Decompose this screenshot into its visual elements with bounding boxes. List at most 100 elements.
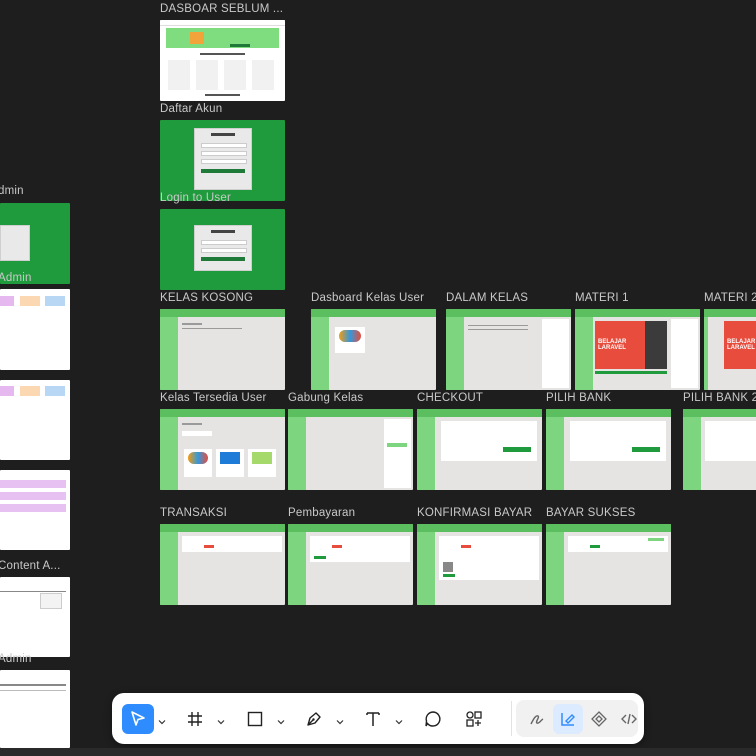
thumb-sidebar [160, 417, 178, 490]
pen-tool-button[interactable] [299, 704, 329, 734]
frame-label-admin-1[interactable]: dmin [0, 185, 24, 197]
thumb-field [201, 240, 247, 245]
thumb-login-card [194, 225, 252, 271]
thumb-feature-1 [168, 60, 190, 90]
thumb-button [201, 257, 245, 261]
frame-label-dashboard-before[interactable]: DASBOAR SEBLUM ... [160, 3, 283, 15]
thumb-sidebar [288, 532, 306, 605]
thumb-upload-button [314, 556, 326, 559]
pen-icon [307, 712, 321, 726]
text-tool-button[interactable] [358, 704, 388, 734]
thumb-class-card [248, 449, 276, 477]
frame-admin-users[interactable] [0, 380, 70, 460]
thumb-field [201, 143, 247, 148]
chevron-down-icon[interactable] [158, 713, 166, 725]
thumb-line [182, 323, 202, 325]
shape-tool-button[interactable] [240, 704, 270, 734]
draw-mode-button[interactable] [522, 704, 552, 734]
thumb-material-list [542, 319, 569, 388]
design-canvas[interactable]: DASBOAR SEBLUM ... Daftar Akun Login to … [0, 0, 756, 756]
thumb-header [683, 409, 756, 417]
frame-dashboard-class-user[interactable] [311, 309, 436, 390]
frame-confirm-payment[interactable] [417, 524, 542, 605]
frame-material-1[interactable]: BELAJAR LARAVEL [575, 309, 700, 390]
thumb-row [0, 480, 66, 488]
frame-label-login-user[interactable]: Login to User [160, 192, 231, 204]
rectangle-icon [247, 711, 263, 727]
thumb-sidebar [704, 317, 708, 390]
frame-label-confirm-payment[interactable]: KONFIRMASI BAYAR [417, 507, 532, 519]
comment-tool-button[interactable] [418, 704, 448, 734]
chevron-down-icon[interactable] [395, 713, 403, 725]
thumb-checkout-card [705, 421, 756, 461]
thumb-header [288, 524, 413, 532]
frame-admin-table[interactable] [0, 670, 70, 748]
frame-label-payment-success[interactable]: BAYAR SUKSES [546, 507, 636, 519]
frame-label-class-empty[interactable]: KELAS KOSONG [160, 292, 253, 304]
frame-label-available-class-user[interactable]: Kelas Tersedia User [160, 392, 267, 404]
frame-choose-bank-2[interactable] [683, 409, 756, 490]
frame-transaction[interactable] [160, 524, 285, 605]
frame-label-checkout[interactable]: CHECKOUT [417, 392, 483, 404]
chevron-down-icon[interactable] [336, 713, 344, 725]
frame-material-2[interactable]: BELAJAR LARAVEL [704, 309, 756, 390]
thumb-feature-2 [196, 60, 218, 90]
thumb-sidebar [575, 317, 593, 390]
thumb-orders-table [568, 536, 668, 552]
frame-label-choose-bank-2[interactable]: PILIH BANK 2 [683, 392, 756, 404]
chevron-down-icon[interactable] [277, 713, 285, 725]
bottom-toolbar [112, 693, 644, 744]
text-icon [366, 712, 380, 726]
thumb-status-badge [590, 545, 600, 548]
thumb-line [468, 329, 528, 330]
thumb-class-card [184, 449, 212, 477]
frame-label-join-class[interactable]: Gabung Kelas [288, 392, 363, 404]
frame-dashboard-before[interactable] [160, 20, 285, 101]
frame-tool-button[interactable] [180, 704, 210, 734]
frame-label-choose-bank[interactable]: PILIH BANK [546, 392, 611, 404]
design-mode-button[interactable] [553, 704, 583, 734]
frame-available-class-user[interactable] [160, 409, 285, 490]
thumb-header [575, 309, 700, 317]
frame-label-admin-2[interactable]: Admin [0, 272, 32, 284]
frame-admin-dashboard[interactable] [0, 289, 70, 370]
frame-login-user[interactable] [160, 209, 285, 290]
chevron-down-icon[interactable] [217, 713, 225, 725]
prototype-icon [591, 711, 607, 727]
frame-payment[interactable] [288, 524, 413, 605]
frame-label-in-class[interactable]: DALAM KELAS [446, 292, 528, 304]
thumb-sidebar [546, 532, 564, 605]
thumb-video: BELAJAR LARAVEL [724, 321, 756, 369]
frame-join-class[interactable] [288, 409, 413, 490]
frame-in-class[interactable] [446, 309, 571, 390]
thumb-hero-button [230, 44, 250, 47]
dev-mode-button[interactable] [614, 704, 644, 734]
frame-label-dashboard-class-user[interactable]: Dasboard Kelas User [311, 292, 424, 304]
frame-label-admin-3[interactable]: Admin [0, 653, 32, 665]
actions-tool-button[interactable] [459, 704, 489, 734]
thumb-stat-card [45, 386, 65, 396]
prototype-mode-button[interactable] [584, 704, 614, 734]
frame-label-material-2[interactable]: MATERI 2 [704, 292, 756, 304]
frame-label-content[interactable]: Content A... [0, 560, 61, 572]
thumb-join-button [387, 443, 407, 447]
thumb-footer-text [205, 94, 240, 96]
frame-label-register[interactable]: Daftar Akun [160, 103, 222, 115]
frame-checkout[interactable] [417, 409, 542, 490]
frame-class-empty[interactable] [160, 309, 285, 390]
thumb-header [704, 309, 756, 317]
frame-admin-content[interactable] [0, 470, 70, 550]
frame-content-admin[interactable] [0, 577, 70, 657]
frame-label-transaction[interactable]: TRANSAKSI [160, 507, 227, 519]
move-tool-button[interactable] [122, 704, 154, 734]
frame-label-payment[interactable]: Pembayaran [288, 507, 355, 519]
thumb-status-badge [204, 545, 214, 548]
frame-payment-success[interactable] [546, 524, 671, 605]
frame-choose-bank[interactable] [546, 409, 671, 490]
frame-label-material-1[interactable]: MATERI 1 [575, 292, 629, 304]
thumb-header [311, 309, 436, 317]
frame-register[interactable] [160, 120, 285, 201]
thumb-header [546, 524, 671, 532]
thumb-sidebar [446, 317, 464, 390]
code-icon [621, 713, 637, 725]
